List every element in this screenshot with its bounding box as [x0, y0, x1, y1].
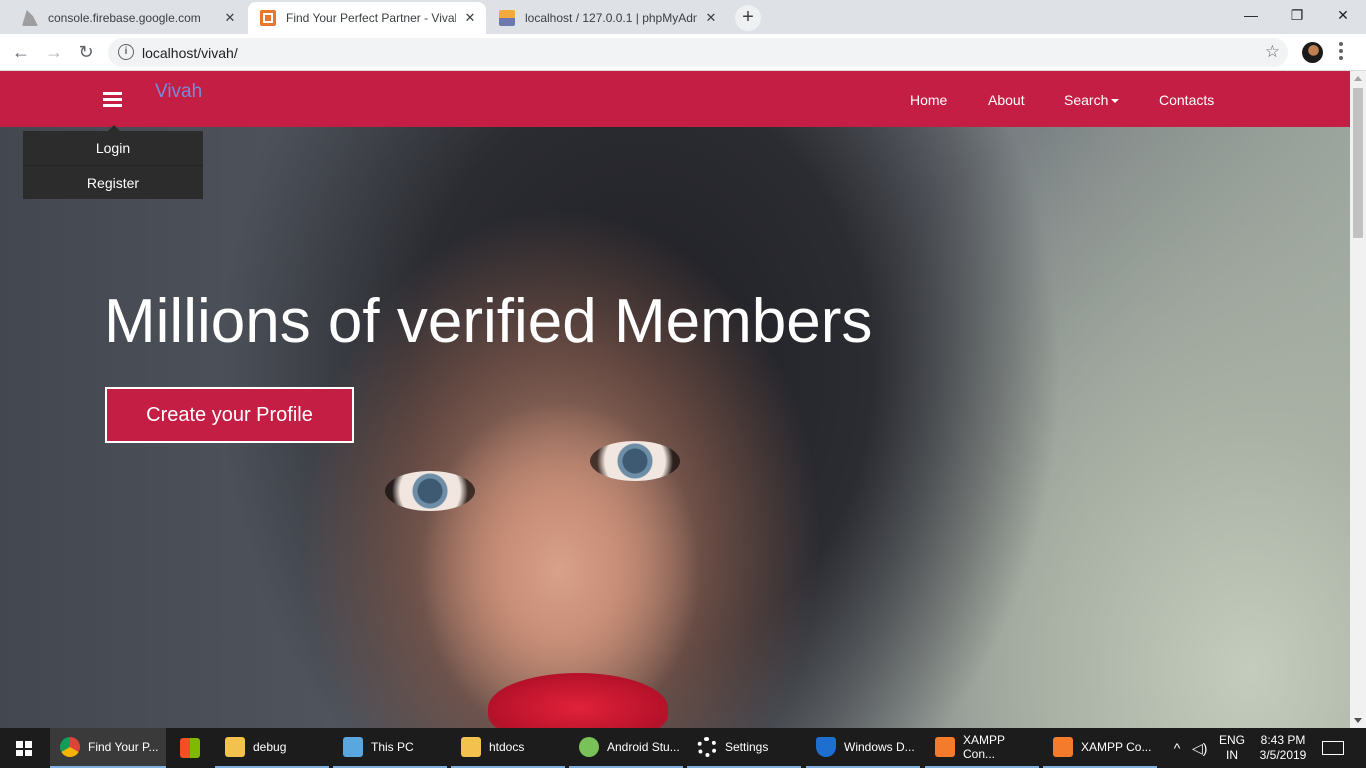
taskbar-label: Android Stu... — [607, 740, 680, 754]
site-brand[interactable]: Vivah — [155, 81, 202, 103]
hero-image-detail — [385, 471, 475, 511]
browser-menu-icon[interactable] — [1338, 42, 1344, 62]
address-url[interactable]: localhost/vivah/ — [142, 45, 238, 61]
taskbar-chrome[interactable]: Find Your P... — [50, 728, 166, 768]
shield-icon — [816, 737, 836, 757]
clock[interactable]: 8:43 PM 3/5/2019 — [1255, 728, 1311, 768]
folder-icon — [461, 737, 481, 757]
taskbar-this-pc[interactable]: This PC — [333, 728, 447, 768]
caret-down-icon — [1111, 99, 1120, 104]
taskbar-label: Settings — [725, 740, 769, 754]
hamburger-menu-icon[interactable] — [103, 92, 122, 107]
taskbar-settings[interactable]: Settings — [687, 728, 801, 768]
create-profile-button[interactable]: Create your Profile — [105, 387, 354, 443]
taskbar-label: This PC — [371, 740, 414, 754]
reload-button[interactable]: ↻ — [74, 40, 98, 64]
taskbar-xampp-2[interactable]: XAMPP Co... — [1043, 728, 1157, 768]
bookmark-star-icon[interactable]: ☆ — [1265, 42, 1280, 62]
back-button[interactable]: ← — [9, 40, 33, 64]
scroll-up-icon[interactable] — [1354, 76, 1362, 81]
taskbar-debug-folder[interactable]: debug — [215, 728, 329, 768]
language-indicator[interactable]: ENG IN — [1217, 728, 1247, 768]
nav-search-label: Search — [1064, 92, 1109, 108]
dropdown-arrow — [108, 125, 120, 131]
restore-button[interactable]: ❐ — [1274, 0, 1320, 30]
windows-logo-icon — [16, 741, 32, 756]
tray-chevron-icon[interactable]: ^ — [1168, 728, 1186, 768]
browser-tab-firebase[interactable]: console.firebase.google.com ✕ — [10, 2, 246, 34]
browser-toolbar: ← → ↻ i localhost/vivah/ ☆ — [0, 34, 1366, 71]
nav-about[interactable]: About — [988, 92, 1025, 108]
tab-close-icon[interactable]: ✕ — [462, 10, 478, 26]
new-tab-button[interactable]: + — [735, 5, 761, 31]
tab-title: localhost / 127.0.0.1 | phpMyAdm — [525, 11, 697, 25]
login-link[interactable]: Login — [23, 131, 203, 165]
computer-icon — [343, 737, 363, 757]
scroll-thumb[interactable] — [1353, 88, 1363, 238]
account-dropdown: Login Register — [23, 125, 203, 199]
taskbar-label: XAMPP Con... — [963, 733, 1005, 761]
taskbar-label: Windows D... — [844, 740, 915, 754]
taskbar-label: debug — [253, 740, 287, 754]
taskbar-android-studio[interactable]: Android Stu... — [569, 728, 683, 768]
close-window-button[interactable]: ✕ — [1320, 0, 1366, 30]
tab-close-icon[interactable]: ✕ — [703, 10, 719, 26]
browser-tab-phpmyadmin[interactable]: localhost / 127.0.0.1 | phpMyAdm ✕ — [487, 2, 727, 34]
start-button[interactable] — [0, 728, 48, 768]
page-viewport: Vivah Home About Search Contacts Login R… — [0, 71, 1350, 728]
tab-title: Find Your Perfect Partner - Vivah — [286, 11, 456, 25]
taskbar-label: htdocs — [489, 740, 525, 754]
browser-tab-vivah[interactable]: Find Your Perfect Partner - Vivah ✕ — [248, 2, 486, 34]
profile-avatar[interactable] — [1302, 42, 1323, 63]
hero-title: Millions of verified Members — [104, 287, 873, 356]
nav-home[interactable]: Home — [910, 92, 947, 108]
windows-taskbar: Find Your P... debug This PC htdocs Andr… — [0, 728, 1366, 768]
browser-tab-strip: console.firebase.google.com ✕ Find Your … — [0, 0, 1366, 34]
notification-icon[interactable] — [1322, 741, 1344, 755]
xampp-icon — [1053, 737, 1073, 757]
address-bar[interactable]: i localhost/vivah/ ☆ — [108, 38, 1288, 67]
nav-search[interactable]: Search — [1064, 92, 1120, 108]
taskbar-xampp-1[interactable]: XAMPP Con... — [925, 728, 1039, 768]
android-studio-icon — [579, 737, 599, 757]
volume-icon[interactable]: ◁) — [1192, 728, 1210, 768]
xampp-icon — [260, 10, 276, 26]
site-navbar: Vivah Home About Search Contacts — [0, 71, 1350, 127]
page-scrollbar[interactable] — [1350, 71, 1366, 728]
store-icon — [180, 738, 200, 758]
tab-close-icon[interactable]: ✕ — [222, 10, 238, 26]
site-info-icon[interactable]: i — [118, 44, 134, 60]
taskbar-store[interactable] — [170, 728, 214, 768]
nav-contacts[interactable]: Contacts — [1159, 92, 1214, 108]
clock-time: 8:43 PM — [1260, 733, 1306, 747]
hero-image-detail — [590, 441, 680, 481]
region-code: IN — [1226, 748, 1238, 762]
language-code: ENG — [1218, 733, 1245, 747]
taskbar-windows-defender[interactable]: Windows D... — [806, 728, 920, 768]
firebase-icon — [22, 10, 38, 26]
register-link[interactable]: Register — [23, 165, 203, 199]
xampp-icon — [935, 737, 955, 757]
taskbar-htdocs-folder[interactable]: htdocs — [451, 728, 565, 768]
phpmyadmin-icon — [499, 10, 515, 26]
folder-icon — [225, 737, 245, 757]
scroll-down-icon[interactable] — [1354, 718, 1362, 723]
taskbar-label: XAMPP Co... — [1081, 740, 1152, 754]
forward-button[interactable]: → — [42, 40, 66, 64]
tab-title: console.firebase.google.com — [48, 11, 201, 25]
clock-date: 3/5/2019 — [1259, 748, 1307, 762]
minimize-button[interactable]: — — [1228, 0, 1274, 30]
taskbar-label: Find Your P... — [88, 740, 159, 754]
gear-icon — [697, 737, 717, 757]
chrome-icon — [60, 737, 80, 757]
